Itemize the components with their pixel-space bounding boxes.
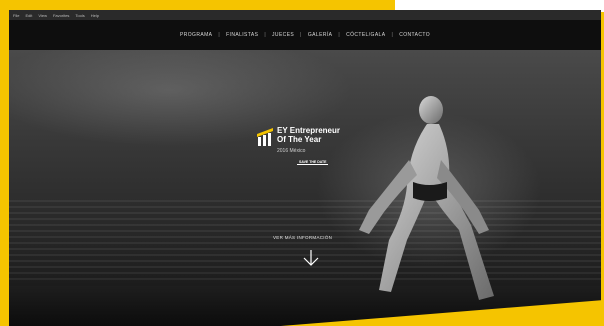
nav-separator: | (218, 32, 221, 38)
hero-section: EY Entrepreneur Of The Year 2016 México … (9, 50, 601, 326)
nav-separator: | (264, 32, 267, 38)
save-the-date-tag: SAVE THE DATE (297, 160, 329, 165)
ey-logo-icon (257, 128, 273, 146)
arrow-down-icon[interactable] (301, 248, 321, 268)
ey-logo-block[interactable]: EY Entrepreneur Of The Year 2016 México … (257, 122, 387, 192)
browser-window: File Edit View Favorites Tools Help PROG… (9, 10, 601, 326)
event-subtitle: 2016 México (277, 148, 306, 154)
event-title: EY Entrepreneur Of The Year (277, 126, 340, 144)
nav-separator: | (391, 32, 394, 38)
menu-view[interactable]: View (38, 13, 47, 18)
nav-separator: | (338, 32, 341, 38)
nav-programa[interactable]: PROGRAMA (180, 32, 212, 38)
site-navbar: PROGRAMA | FINALISTAS | JUECES | GALERÍA… (9, 20, 601, 50)
nav-jueces[interactable]: JUECES (272, 32, 294, 38)
nav-galeria[interactable]: GALERÍA (308, 32, 332, 38)
nav-contacto[interactable]: CONTACTO (399, 32, 430, 38)
browser-menubar: File Edit View Favorites Tools Help (9, 10, 601, 20)
nav-coctel-gala[interactable]: CÓCTEL/GALA (346, 32, 385, 38)
menu-help[interactable]: Help (91, 13, 99, 18)
nav-separator: | (300, 32, 302, 38)
menu-favorites[interactable]: Favorites (53, 13, 69, 18)
menu-tools[interactable]: Tools (75, 13, 84, 18)
menu-file[interactable]: File (13, 13, 19, 18)
nav-finalistas[interactable]: FINALISTAS (226, 32, 258, 38)
more-info-link[interactable]: VER MÁS INFORMACIÓN (273, 235, 332, 240)
menu-edit[interactable]: Edit (25, 13, 32, 18)
